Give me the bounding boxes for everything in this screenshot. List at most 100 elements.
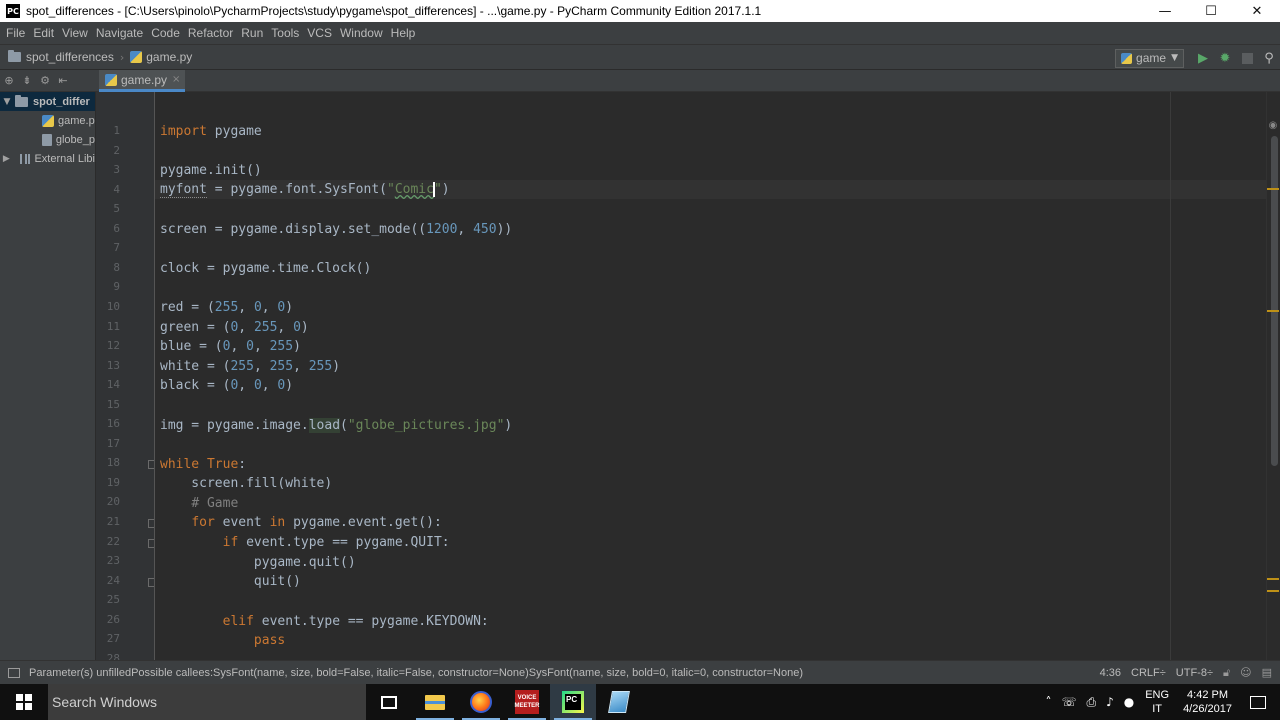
- menu-file[interactable]: File: [4, 26, 31, 40]
- code-line: black = (0, 0, 0): [160, 378, 294, 393]
- menu-vcs[interactable]: VCS: [305, 26, 338, 40]
- line-number: 8: [113, 260, 120, 274]
- stop-button[interactable]: [1236, 47, 1258, 69]
- file-explorer-button[interactable]: [412, 684, 458, 720]
- task-view-button[interactable]: [366, 684, 412, 720]
- line-number: 22: [106, 534, 120, 548]
- python-config-icon: [1121, 52, 1133, 64]
- run-button[interactable]: ▶: [1192, 47, 1214, 69]
- line-number: 15: [106, 397, 120, 411]
- line-number: 17: [106, 436, 120, 450]
- menu-view[interactable]: View: [60, 26, 94, 40]
- line-number: 13: [106, 358, 120, 372]
- menu-window[interactable]: Window: [338, 26, 389, 40]
- tree-item-game-py[interactable]: game.p: [0, 111, 95, 130]
- voicemeeter-button[interactable]: VOICE MEETER: [504, 684, 550, 720]
- line-number: 23: [106, 554, 120, 568]
- lock-icon[interactable]: 🔓︎: [1223, 666, 1230, 680]
- volume-icon[interactable]: ♪: [1101, 695, 1119, 709]
- tree-item-globe-pictures[interactable]: globe_p: [0, 130, 95, 149]
- network-icon[interactable]: ⎙: [1081, 695, 1101, 710]
- warning-marker[interactable]: [1267, 310, 1279, 312]
- pycharm-button[interactable]: PC: [550, 684, 596, 720]
- notepad-button[interactable]: [596, 684, 642, 720]
- pycharm-icon-label: PC: [565, 694, 581, 710]
- warning-marker[interactable]: [1267, 590, 1279, 592]
- tree-item-label: globe_p: [55, 133, 95, 146]
- code-editor[interactable]: import pygame pygame.init() myfont = pyg…: [155, 92, 1266, 660]
- tree-item-project-root[interactable]: ▼ spot_differ: [0, 92, 95, 111]
- code-line: screen.fill(white): [160, 476, 333, 491]
- app-tray-icon[interactable]: ●: [1119, 695, 1139, 709]
- breadcrumb-file[interactable]: game.py: [130, 50, 192, 64]
- expand-arrow-icon[interactable]: ▼: [2, 97, 12, 107]
- fold-toggle-icon[interactable]: [148, 577, 154, 587]
- fold-toggle-icon[interactable]: [148, 460, 154, 470]
- library-icon: [19, 153, 31, 164]
- input-language[interactable]: ENG IT: [1139, 688, 1179, 716]
- start-button[interactable]: [0, 684, 48, 720]
- line-number: 9: [113, 280, 120, 294]
- close-tab-icon[interactable]: ×: [172, 74, 180, 85]
- menu-bar: File Edit View Navigate Code Refactor Ru…: [0, 22, 1280, 44]
- maximize-button[interactable]: ☐: [1188, 0, 1234, 22]
- firefox-button[interactable]: [458, 684, 504, 720]
- breadcrumb-project[interactable]: spot_differences: [8, 50, 114, 64]
- fold-toggle-icon[interactable]: [148, 519, 154, 528]
- line-number: 7: [113, 241, 120, 255]
- tree-item-label: game.p: [58, 114, 95, 127]
- python-file-icon: [42, 114, 54, 127]
- task-view-icon: [381, 695, 397, 709]
- menu-tools[interactable]: Tools: [269, 26, 305, 40]
- file-encoding[interactable]: UTF-8÷: [1176, 667, 1213, 679]
- line-separator[interactable]: CRLF÷: [1131, 667, 1166, 679]
- line-number: 18: [106, 456, 120, 470]
- people-icon[interactable]: ☏: [1056, 695, 1081, 709]
- collapse-icon[interactable]: ⇟: [20, 74, 34, 87]
- voicemeeter-label-2: MEETER: [514, 703, 540, 709]
- menu-help[interactable]: Help: [389, 26, 422, 40]
- tool-windows-toggle-icon[interactable]: [8, 667, 20, 678]
- chevron-up-icon[interactable]: ˄: [1040, 695, 1056, 709]
- firefox-icon: [470, 691, 492, 713]
- system-tray: ˄ ☏ ⎙ ♪ ● ENG IT 4:42 PM 4/26/2017: [1040, 684, 1280, 720]
- debug-button[interactable]: ✹: [1214, 47, 1236, 69]
- notepad-icon: [608, 691, 630, 713]
- clock-date: 4/26/2017: [1183, 703, 1232, 715]
- line-number: 14: [106, 378, 120, 392]
- folder-icon: [8, 50, 21, 62]
- folder-icon: [15, 94, 28, 107]
- warning-marker[interactable]: [1267, 188, 1279, 190]
- inspector-icon[interactable]: ☺: [1240, 666, 1251, 679]
- expand-arrow-icon[interactable]: ▶: [2, 154, 11, 164]
- tree-item-external-libraries[interactable]: ▶ External Libi: [0, 149, 95, 168]
- close-button[interactable]: ✕: [1234, 0, 1280, 22]
- sync-icon[interactable]: ⊕: [2, 74, 16, 87]
- tab-game-py[interactable]: game.py ×: [99, 70, 185, 92]
- stop-icon: [1241, 52, 1253, 64]
- system-clock[interactable]: 4:42 PM 4/26/2017: [1179, 688, 1244, 716]
- fold-toggle-icon[interactable]: [148, 538, 154, 548]
- code-line: pygame.quit(): [160, 555, 356, 570]
- search-everywhere-button[interactable]: ⚲: [1258, 47, 1280, 69]
- editor-scrollbar[interactable]: [1271, 136, 1278, 466]
- error-stripe: ◉: [1266, 92, 1280, 660]
- menu-refactor[interactable]: Refactor: [186, 26, 239, 40]
- event-log-icon[interactable]: ▤: [1262, 666, 1272, 679]
- menu-edit[interactable]: Edit: [31, 26, 60, 40]
- menu-navigate[interactable]: Navigate: [94, 26, 149, 40]
- run-configuration-select[interactable]: game ▼: [1115, 48, 1184, 68]
- hide-panel-icon[interactable]: ⇤: [56, 74, 70, 87]
- taskbar-search-box[interactable]: Search Windows: [48, 684, 366, 720]
- warning-marker[interactable]: [1267, 578, 1279, 580]
- run-toolbar: game ▼ ▶ ✹ ⚲: [1115, 45, 1280, 71]
- notification-icon[interactable]: [1250, 695, 1266, 709]
- language-bottom: IT: [1152, 703, 1163, 715]
- menu-code[interactable]: Code: [149, 26, 186, 40]
- minimize-button[interactable]: —: [1142, 0, 1188, 22]
- run-play-icon: ▶: [1198, 50, 1208, 66]
- gear-icon[interactable]: ⚙: [38, 74, 52, 87]
- caret-position[interactable]: 4:36: [1100, 667, 1121, 679]
- menu-run[interactable]: Run: [239, 26, 269, 40]
- window-title-bar: PC spot_differences - [C:\Users\pinolo\P…: [0, 0, 1280, 22]
